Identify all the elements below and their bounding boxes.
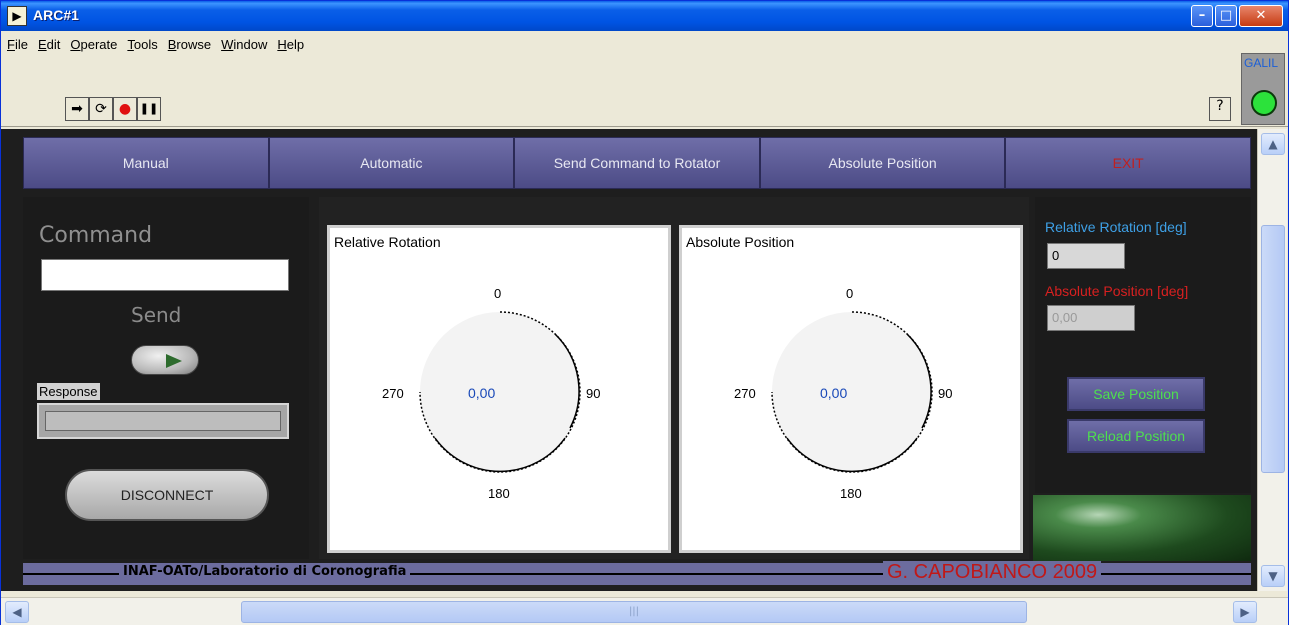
command-panel: Command Send Response DISCONNECT <box>23 197 309 559</box>
menu-file[interactable]: File <box>7 37 28 52</box>
vertical-scroll-thumb[interactable] <box>1261 225 1285 473</box>
position-panel: Relative Rotation [deg] 0 Absolute Posit… <box>1035 197 1251 493</box>
toolbar: ➡ ⟳ ● ❚❚ <box>65 97 161 121</box>
vertical-scrollbar[interactable]: ▲ ▼ <box>1257 129 1287 591</box>
footer-author-label: G. CAPOBIANCO 2009 <box>883 561 1102 584</box>
tab-send-command[interactable]: Send Command to Rotator <box>514 137 760 189</box>
abort-execution-icon[interactable]: ● <box>113 97 137 121</box>
command-input[interactable] <box>41 259 289 291</box>
galil-vi-icon: GALIL <box>1241 53 1285 125</box>
menu-help[interactable]: Help <box>277 37 304 52</box>
menu-items: File Edit Operate Tools Browse Window He… <box>7 37 304 52</box>
reload-position-button[interactable]: Reload Position <box>1067 419 1205 453</box>
absolute-position-gauge: Absolute Position 0 90 180 270 0,00 <box>679 225 1023 553</box>
tick-270: 270 <box>734 386 756 401</box>
tick-180: 180 <box>840 486 862 501</box>
exit-button[interactable]: EXIT <box>1005 137 1251 189</box>
decorative-glow-image <box>1033 495 1251 561</box>
scroll-left-icon[interactable]: ◀ <box>5 601 29 623</box>
menu-edit[interactable]: Edit <box>38 37 60 52</box>
menu-tools[interactable]: Tools <box>127 37 157 52</box>
scroll-up-icon[interactable]: ▲ <box>1261 133 1285 155</box>
save-position-button[interactable]: Save Position <box>1067 377 1205 411</box>
footer-lab-label: INAF-OATo/Laboratorio di Coronografia <box>119 564 411 579</box>
tab-automatic[interactable]: Automatic <box>268 137 515 189</box>
relative-rotation-input[interactable]: 0 <box>1047 243 1125 269</box>
command-label: Command <box>39 223 153 248</box>
absolute-position-input[interactable]: 0,00 <box>1047 305 1135 331</box>
context-help-icon[interactable]: ? <box>1209 97 1231 121</box>
gauge-area: Relative Rotation 0 90 180 270 0,00 Abso… <box>319 197 1029 559</box>
tick-90: 90 <box>938 386 952 401</box>
mode-tab-bar: Manual Automatic Send Command to Rotator… <box>23 137 1251 189</box>
minimize-button[interactable]: – <box>1191 5 1213 27</box>
tick-270: 270 <box>382 386 404 401</box>
horizontal-scroll-thumb[interactable]: ||| <box>241 601 1027 623</box>
gauge-dial: 0 90 180 270 0,00 <box>382 286 600 501</box>
tab-manual[interactable]: Manual <box>23 137 269 189</box>
title-bar[interactable]: ▶ ARC#1 – □ ✕ <box>1 1 1288 31</box>
run-arrow-icon[interactable]: ➡ <box>65 97 89 121</box>
run-continuously-icon[interactable]: ⟳ <box>89 97 113 121</box>
tab-absolute-position[interactable]: Absolute Position <box>759 137 1006 189</box>
tick-0: 0 <box>846 286 853 301</box>
gauge-value: 0,00 <box>468 385 495 401</box>
gauge-dial: 0 90 180 270 0,00 <box>734 286 952 501</box>
window-title: ARC#1 <box>33 7 79 23</box>
horizontal-scrollbar[interactable]: ◀ ||| ▶ <box>1 597 1288 625</box>
send-button[interactable] <box>131 345 199 375</box>
gauge-value: 0,00 <box>820 385 847 401</box>
labview-window: ▶ ARC#1 – □ ✕ File Edit Operate Tools Br… <box>0 0 1289 625</box>
menu-window[interactable]: Window <box>221 37 267 52</box>
menu-operate[interactable]: Operate <box>70 37 117 52</box>
scroll-down-icon[interactable]: ▼ <box>1261 565 1285 587</box>
disconnect-button[interactable]: DISCONNECT <box>65 469 269 521</box>
relative-rotation-label: Relative Rotation [deg] <box>1045 219 1187 235</box>
maximize-button[interactable]: □ <box>1215 5 1237 27</box>
menu-browse[interactable]: Browse <box>168 37 211 52</box>
send-arrow-icon <box>166 354 182 368</box>
labview-app-icon: ▶ <box>7 6 27 26</box>
footer-banner: INAF-OATo/Laboratorio di Coronografia G.… <box>23 561 1251 585</box>
menu-bar: File Edit Operate Tools Browse Window He… <box>1 31 1288 127</box>
send-label: Send <box>131 303 182 327</box>
galil-led-icon <box>1251 90 1277 116</box>
tick-0: 0 <box>494 286 501 301</box>
tick-90: 90 <box>586 386 600 401</box>
galil-label: GALIL <box>1244 56 1279 70</box>
scroll-right-icon[interactable]: ▶ <box>1233 601 1257 623</box>
response-value <box>45 411 281 431</box>
relative-rotation-gauge: Relative Rotation 0 90 180 270 0,00 <box>327 225 671 553</box>
pause-icon[interactable]: ❚❚ <box>137 97 161 121</box>
front-panel: Manual Automatic Send Command to Rotator… <box>1 129 1257 591</box>
response-display <box>37 403 289 439</box>
close-button[interactable]: ✕ <box>1239 5 1283 27</box>
response-label: Response <box>37 383 100 400</box>
tick-180: 180 <box>488 486 510 501</box>
absolute-position-label: Absolute Position [deg] <box>1045 283 1189 299</box>
